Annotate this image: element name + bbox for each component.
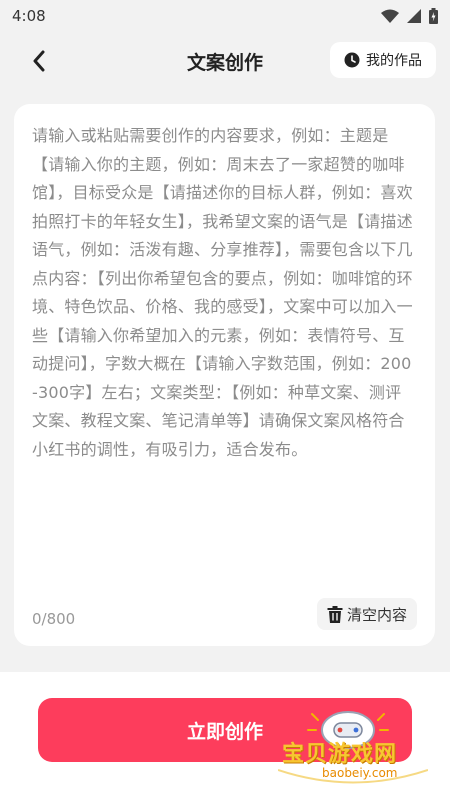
content-textarea[interactable]: 请输入或粘贴需要创作的内容要求，例如：主题是【请输入你的主题，例如：周末去了一家… (32, 122, 417, 464)
clear-content-label: 清空内容 (346, 605, 407, 624)
char-counter: 0/800 (32, 610, 76, 628)
create-now-button[interactable]: 立即创作 (38, 698, 412, 762)
signal-icon (407, 9, 421, 23)
status-icons (381, 8, 438, 24)
status-time: 4:08 (12, 7, 46, 25)
my-works-button[interactable]: 我的作品 (330, 42, 436, 78)
wifi-icon (381, 9, 399, 23)
status-bar: 4:08 (0, 0, 450, 32)
editor-card: 请输入或粘贴需要创作的内容要求，例如：主题是【请输入你的主题，例如：周末去了一家… (14, 104, 435, 646)
nav-bar: 文案创作 我的作品 (0, 32, 450, 90)
battery-icon (429, 8, 438, 24)
my-works-label: 我的作品 (366, 53, 422, 69)
bottom-action-panel: 立即创作 (0, 672, 450, 800)
trash-icon (327, 605, 343, 623)
clock-icon (344, 52, 360, 68)
clear-content-button[interactable]: 清空内容 (316, 598, 417, 630)
